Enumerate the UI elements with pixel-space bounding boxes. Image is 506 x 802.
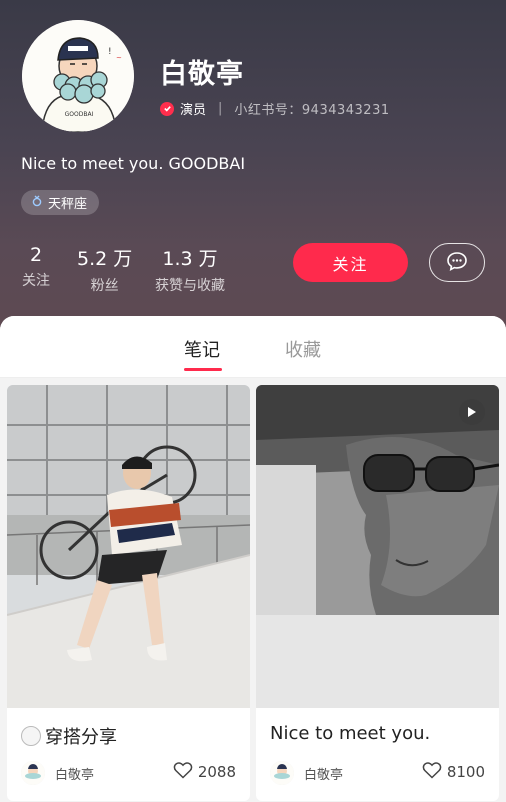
stat-following-value: 2 [29, 244, 43, 266]
author-avatar [21, 761, 45, 785]
tab-notes[interactable]: 笔记 [184, 336, 220, 362]
like-count: 8100 [446, 763, 485, 781]
notes-panel: 笔记 收藏 穿搭分享 白敬亭 2088 Nice to meet you. 白敬… [0, 316, 506, 802]
svg-text:~: ~ [116, 54, 122, 62]
stat-likes-label: 获赞与收藏 [155, 278, 225, 294]
stat-likes-value: 1.3 万 [162, 248, 218, 270]
profile-red-id: 小红书号：9434343231 [234, 103, 390, 118]
note-title: Nice to meet you. [270, 723, 430, 744]
heart-icon [173, 761, 193, 783]
like-count: 2088 [197, 763, 236, 781]
meta-separator: | [218, 101, 223, 116]
tab-favorites[interactable]: 收藏 [285, 336, 321, 362]
profile-bio: Nice to meet you. GOODBAI [21, 154, 246, 173]
stat-followers[interactable]: 5.2 万 粉丝 [77, 244, 132, 295]
note-title-text: Nice to meet you. [270, 723, 431, 744]
profile-avatar[interactable]: GOODBAI ! ~ [22, 20, 134, 132]
note-card[interactable]: Nice to meet you. 白敬亭 8100 [256, 385, 499, 801]
stat-followers-value: 5.2 万 [77, 248, 133, 270]
white-circle-icon [21, 726, 41, 746]
svg-text:GOODBAI: GOODBAI [65, 111, 94, 118]
author-name: 白敬亭 [55, 767, 95, 783]
author-name: 白敬亭 [304, 767, 344, 783]
play-icon [459, 399, 485, 425]
profile-role: 演员 [180, 103, 207, 118]
note-title: 穿搭分享 [21, 723, 117, 749]
active-tab-indicator [184, 368, 222, 371]
verified-check-icon [160, 101, 174, 116]
stat-followers-label: 粉丝 [90, 278, 119, 294]
note-title-text: 穿搭分享 [45, 727, 117, 748]
zodiac-tag[interactable]: 天秤座 [21, 190, 100, 215]
stat-likes[interactable]: 1.3 万 获赞与收藏 [155, 244, 225, 295]
chat-bubble-icon [446, 251, 468, 275]
profile-name: 白敬亭 [160, 59, 244, 90]
profile-tabs: 笔记 收藏 [0, 316, 506, 378]
author-avatar [270, 761, 294, 785]
heart-icon [422, 761, 442, 783]
svg-text:!: ! [108, 47, 112, 57]
profile-header: GOODBAI ! ~ 白敬亭 演员 | 小红书号：9434343231 Nic… [0, 0, 506, 330]
like-button[interactable]: 8100 [422, 761, 485, 783]
note-author[interactable]: 白敬亭 [21, 761, 94, 785]
stat-following[interactable]: 2 关注 [22, 244, 50, 290]
stat-following-label: 关注 [22, 273, 50, 289]
note-cover-image[interactable] [7, 385, 250, 708]
libra-icon [31, 194, 43, 212]
note-card[interactable]: 穿搭分享 白敬亭 2088 [7, 385, 250, 801]
message-button[interactable] [429, 243, 485, 282]
like-button[interactable]: 2088 [173, 761, 236, 783]
zodiac-tag-label: 天秤座 [48, 197, 88, 212]
note-author[interactable]: 白敬亭 [270, 761, 343, 785]
follow-button[interactable]: 关注 [293, 243, 408, 282]
note-cover-video[interactable] [256, 385, 499, 708]
profile-meta: 演员 | 小红书号：9434343231 [160, 99, 390, 118]
